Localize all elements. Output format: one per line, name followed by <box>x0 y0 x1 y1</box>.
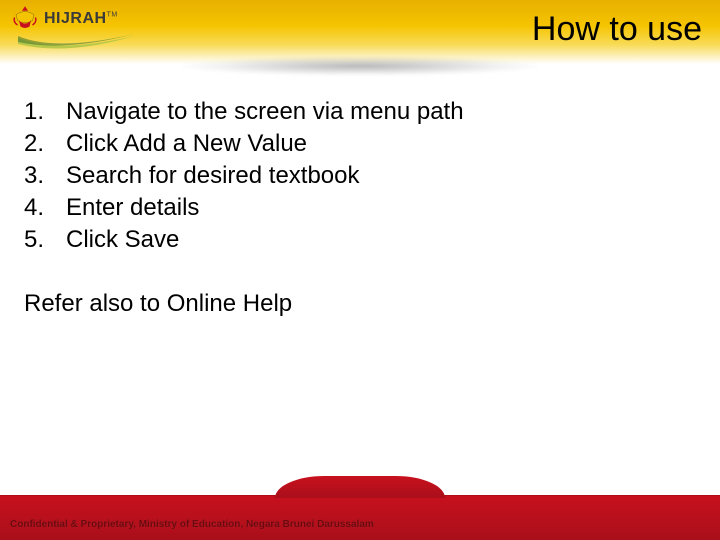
step-text: Search for desired textbook <box>66 162 360 190</box>
logo-swash-icon <box>16 30 136 56</box>
step-number: 5. <box>24 226 66 254</box>
refer-text: Refer also to Online Help <box>24 290 696 318</box>
step-text: Click Save <box>66 226 179 254</box>
step-text: Navigate to the screen via menu path <box>66 98 464 126</box>
list-item: 2. Click Add a New Value <box>24 130 696 158</box>
tm-mark: TM <box>107 12 118 19</box>
list-item: 3. Search for desired textbook <box>24 162 696 190</box>
confidential-text: Confidential & Proprietary, Ministry of … <box>10 519 374 530</box>
list-item: 4. Enter details <box>24 194 696 222</box>
step-list: 1. Navigate to the screen via menu path … <box>24 98 696 254</box>
list-item: 1. Navigate to the screen via menu path <box>24 98 696 126</box>
step-number: 1. <box>24 98 66 126</box>
logo: HIJRAHTM <box>10 4 118 34</box>
step-number: 4. <box>24 194 66 222</box>
header-shadow <box>180 56 540 76</box>
slide: HIJRAHTM How to use 1. Navigate to the s… <box>0 0 720 540</box>
header-band: HIJRAHTM How to use <box>0 0 720 64</box>
step-number: 3. <box>24 162 66 190</box>
footer-tab <box>275 476 445 498</box>
list-item: 5. Click Save <box>24 226 696 254</box>
step-number: 2. <box>24 130 66 158</box>
page-title: How to use <box>532 10 702 49</box>
logo-text: HIJRAHTM <box>44 10 118 28</box>
footer-band: Confidential & Proprietary, Ministry of … <box>0 492 720 540</box>
step-text: Click Add a New Value <box>66 130 307 158</box>
body-content: 1. Navigate to the screen via menu path … <box>0 98 720 318</box>
step-text: Enter details <box>66 194 199 222</box>
logo-label: HIJRAH <box>44 10 107 27</box>
